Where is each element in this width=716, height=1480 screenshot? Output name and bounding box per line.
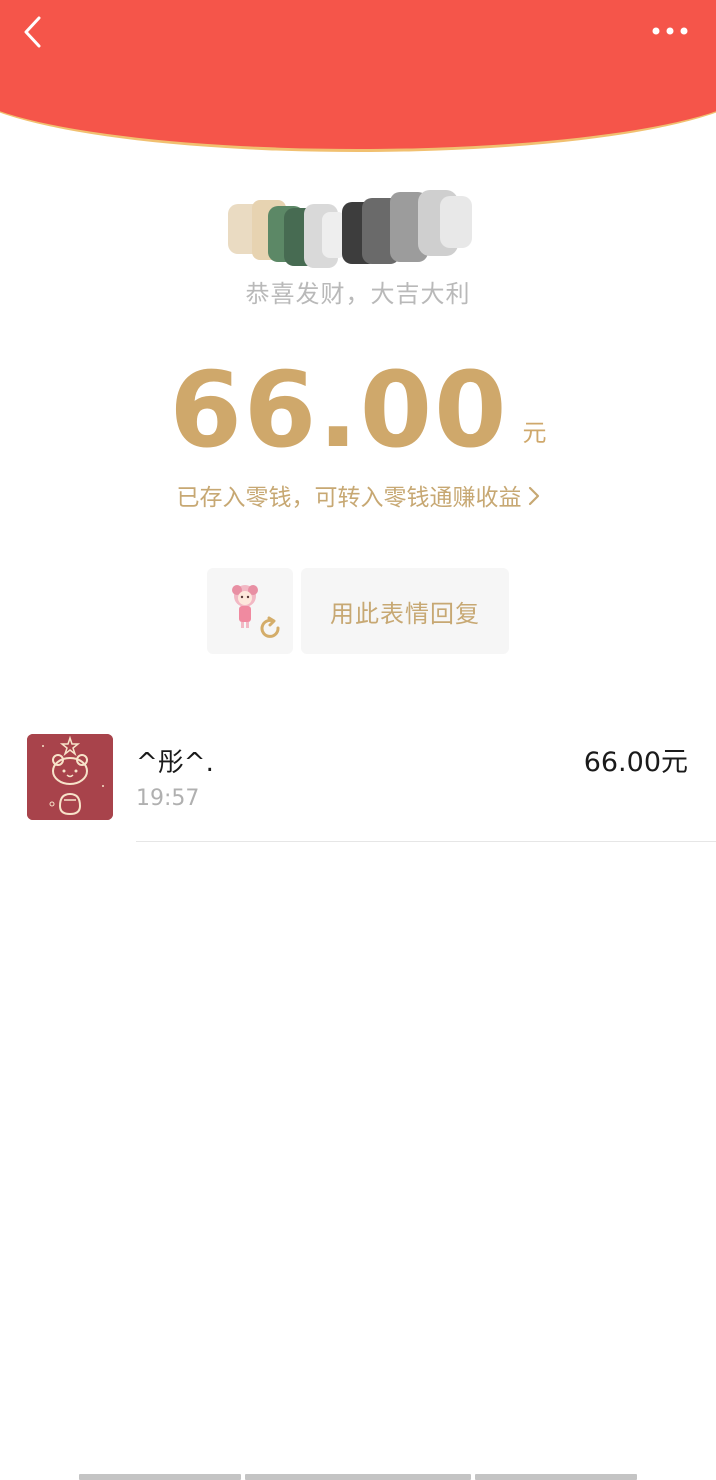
- receiver-name: ^彤^.: [136, 748, 214, 778]
- saved-to-balance-link[interactable]: 已存入零钱，可转入零钱通赚收益: [0, 478, 716, 512]
- more-horizontal-icon: [652, 27, 688, 35]
- scroll-segment: [475, 1474, 637, 1480]
- back-button[interactable]: [14, 12, 50, 52]
- red-header-cap: [0, 0, 716, 152]
- reply-with-sticker-button[interactable]: 用此表情回复: [301, 568, 509, 654]
- saved-hint-text: 已存入零钱，可转入零钱通赚收益: [176, 485, 522, 511]
- chevron-right-icon: [528, 486, 540, 512]
- sticker-refresh-button[interactable]: [207, 568, 293, 654]
- bear-avatar-icon: [27, 734, 113, 820]
- list-item[interactable]: ^彤^. 19:57 66.00元: [0, 720, 716, 844]
- chevron-left-icon: [24, 16, 41, 48]
- divider: [136, 841, 716, 842]
- avatar: [27, 734, 113, 820]
- sticker-refresh-icon: [232, 585, 280, 638]
- received-amount: 66.00: [169, 349, 509, 471]
- more-button[interactable]: [648, 18, 692, 44]
- scroll-segment: [245, 1474, 471, 1480]
- scroll-segment: [79, 1474, 241, 1480]
- censored-sender-avatar: [228, 190, 472, 268]
- red-packet-detail-page: 恭喜发财，大吉大利 66.00 元 已存入零钱，可转入零钱通赚收益 用此表情回复…: [0, 0, 716, 1480]
- receive-time: 19:57: [136, 786, 200, 811]
- receiver-amount: 66.00元: [583, 747, 688, 778]
- sticker-reply-bar: 用此表情回复: [207, 568, 509, 654]
- currency-unit: 元: [522, 419, 547, 447]
- blessing-text: 恭喜发财，大吉大利: [245, 280, 471, 308]
- scroll-indicator: [79, 1474, 639, 1480]
- amount-row: 66.00 元: [0, 352, 716, 468]
